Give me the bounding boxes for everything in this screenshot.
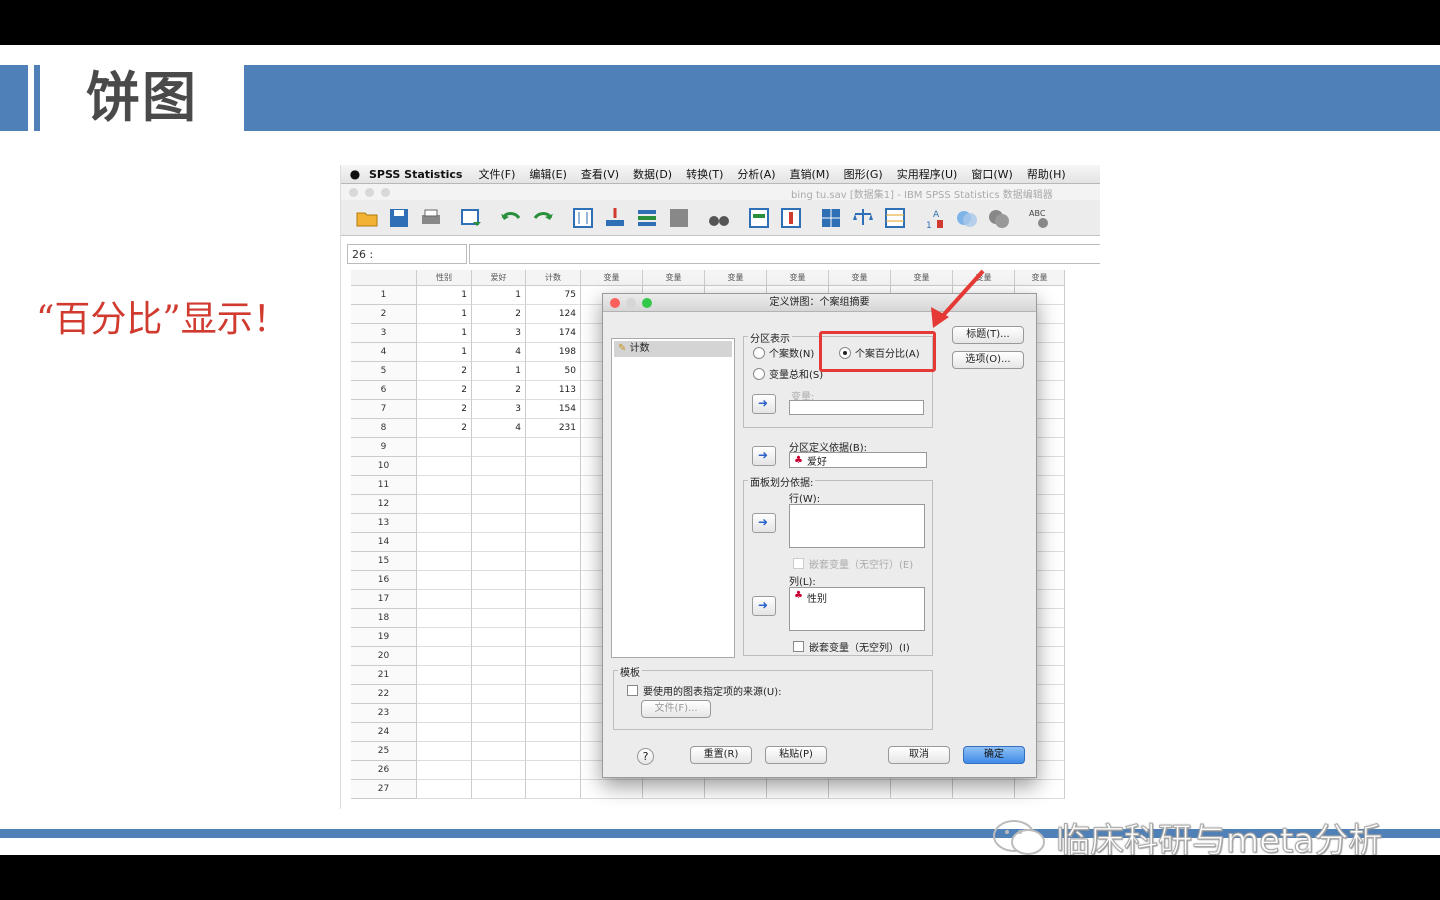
slide-title: 饼图 bbox=[86, 66, 198, 129]
watermark: 临床科研与meta分析 bbox=[990, 813, 1383, 856]
slide: 饼图 “百分比”显示！ ● SPSS Statistics 文件(F) 编辑(E… bbox=[0, 45, 1440, 855]
watermark-text: 临床科研与meta分析 bbox=[1055, 821, 1383, 856]
annotation-arrow-icon bbox=[931, 269, 985, 328]
title-band bbox=[244, 65, 1440, 131]
title-accent-stripe bbox=[34, 65, 40, 131]
slide-subtitle: “百分比”显示！ bbox=[36, 299, 289, 340]
wechat-icon bbox=[993, 819, 1045, 855]
title-accent-bar bbox=[0, 65, 28, 131]
spss-screenshot: ● SPSS Statistics 文件(F) 编辑(E) 查看(V) 数据(D… bbox=[340, 165, 1100, 809]
